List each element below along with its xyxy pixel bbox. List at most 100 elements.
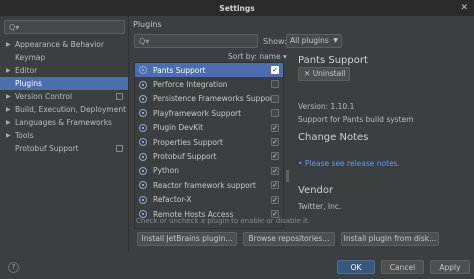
plugin-description: Support for Pants build system <box>298 115 414 124</box>
plugin-enabled-checkbox[interactable] <box>271 109 279 118</box>
settings-nav: ▶ Appearance & Behavior Keymap ▶ Editor … <box>0 38 128 155</box>
plugin-row[interactable]: Python ✓ <box>135 164 283 178</box>
plugin-enabled-checkbox[interactable] <box>271 80 279 89</box>
plugin-name: Perforce Integration <box>153 80 228 90</box>
show-filter-dropdown[interactable]: All plugins ▼ <box>286 34 342 48</box>
sidebar-item-languages[interactable]: ▶ Languages & Frameworks <box>0 116 128 129</box>
window-title: Settings <box>219 3 255 13</box>
sidebar-item-label: Languages & Frameworks <box>15 118 112 127</box>
chevron-right-icon[interactable]: ▶ <box>6 41 15 48</box>
sidebar-item-label: Version Control <box>15 92 73 101</box>
plugin-enabled-checkbox[interactable]: ✓ <box>271 181 279 190</box>
cancel-button[interactable]: Cancel <box>381 260 424 274</box>
uninstall-button[interactable]: ✕ Uninstall <box>298 67 350 81</box>
show-filter-label: Show: <box>263 37 287 46</box>
vendor-heading: Vendor <box>298 185 334 196</box>
plugin-list[interactable]: Pants Support ✓ Perforce Integration Persis… <box>134 62 284 229</box>
plugin-enabled-checkbox[interactable]: ✓ <box>271 137 279 146</box>
plugin-enabled-checkbox[interactable]: ✓ <box>271 66 279 74</box>
plugin-name: Python <box>153 166 179 176</box>
plugin-enabled-checkbox[interactable] <box>271 94 279 103</box>
help-icon[interactable]: ? <box>8 262 19 273</box>
plugin-name: Pants Support <box>153 65 206 75</box>
plugin-search-input[interactable]: Q▾ <box>134 34 258 48</box>
install-plugin-from-disk-button[interactable]: Install plugin from disk... <box>341 232 439 246</box>
plugin-name: Plugin DevKit <box>153 123 204 133</box>
uninstall-icon: ✕ <box>304 69 311 78</box>
plugin-name-heading: Pants Support <box>298 55 368 66</box>
plugin-name: Properties Support <box>153 137 223 147</box>
plugin-icon <box>139 195 147 204</box>
plugin-hint-text: Check or uncheck a plugin to enable or d… <box>136 217 310 225</box>
plugin-row[interactable]: Plugin DevKit ✓ <box>135 121 283 135</box>
plugin-enabled-checkbox[interactable]: ✓ <box>271 123 279 132</box>
plugin-row[interactable]: Properties Support ✓ <box>135 135 283 149</box>
sidebar-item-label: Plugins <box>15 79 42 88</box>
sidebar-item-plugins[interactable]: Plugins <box>0 77 128 90</box>
plugin-list-scrollbar[interactable] <box>286 170 289 182</box>
install-jetbrains-plugin-button[interactable]: Install JetBrains plugin... <box>137 232 237 246</box>
plugin-name: Playframework Support <box>153 108 242 118</box>
sidebar-item-label: Tools <box>15 131 34 140</box>
title-bar: Settings ✕ <box>0 0 474 16</box>
plugin-name: Refactor-X <box>153 195 192 205</box>
project-scope-icon <box>116 145 123 152</box>
chevron-down-icon: ▼ <box>333 37 338 44</box>
search-icon: Q▾ <box>139 36 150 46</box>
sidebar-item-protobuf[interactable]: Protobuf Support <box>0 142 128 155</box>
plugin-icon <box>139 152 147 161</box>
chevron-right-icon[interactable]: ▶ <box>6 67 15 74</box>
plugin-icon <box>139 94 147 103</box>
chevron-right-icon[interactable]: ▶ <box>6 132 15 139</box>
project-scope-icon <box>116 93 123 100</box>
apply-button[interactable]: Apply <box>430 260 470 274</box>
plugin-enabled-checkbox[interactable]: ✓ <box>271 152 279 161</box>
sidebar-item-tools[interactable]: ▶ Tools <box>0 129 128 142</box>
bullet-icon: • <box>298 159 305 168</box>
plugin-icon <box>139 123 147 132</box>
plugin-enabled-checkbox[interactable]: ✓ <box>271 195 279 204</box>
plugin-icon <box>139 181 147 190</box>
plugin-row[interactable]: Persistence Frameworks Support <box>135 92 283 106</box>
plugin-row[interactable]: Pants Support ✓ <box>135 63 283 78</box>
plugin-details: Pants Support ✕ Uninstall Version: 1.10.… <box>293 55 471 229</box>
sidebar-item-label: Keymap <box>15 53 46 62</box>
sidebar-item-editor[interactable]: ▶ Editor <box>0 64 128 77</box>
sidebar-item-label: Appearance & Behavior <box>15 40 104 49</box>
vendor-name: Twitter, Inc. <box>298 202 342 211</box>
plugin-icon <box>139 66 147 75</box>
sidebar-item-label: Build, Execution, Deployment <box>15 105 127 114</box>
settings-sidebar: Q▾ ▶ Appearance & Behavior Keymap ▶ Edit… <box>0 16 129 250</box>
page-title: Plugins <box>133 20 162 29</box>
search-icon: Q▾ <box>9 22 20 32</box>
ok-button[interactable]: OK <box>337 260 375 274</box>
plugin-row[interactable]: Reactor framework support ✓ <box>135 178 283 192</box>
plugin-enabled-checkbox[interactable]: ✓ <box>271 166 279 175</box>
plugins-panel: Plugins Q▾ Show: All plugins ▼ Sort by: … <box>130 16 474 279</box>
settings-search-input[interactable]: Q▾ <box>4 20 125 34</box>
sidebar-item-label: Protobuf Support <box>15 144 79 153</box>
plugin-row[interactable]: Refactor-X ✓ <box>135 193 283 207</box>
chevron-right-icon[interactable]: ▶ <box>6 93 15 100</box>
plugin-name: Persistence Frameworks Support <box>153 94 276 104</box>
plugin-name: Reactor framework support <box>153 180 256 190</box>
plugin-row[interactable]: Playframework Support <box>135 106 283 120</box>
release-notes-link[interactable]: • Please see release notes. <box>298 159 400 168</box>
sidebar-item-keymap[interactable]: Keymap <box>0 51 128 64</box>
sidebar-item-appearance[interactable]: ▶ Appearance & Behavior <box>0 38 128 51</box>
plugin-name: Protobuf Support <box>153 152 217 162</box>
plugin-row[interactable]: Perforce Integration <box>135 77 283 91</box>
sidebar-item-build[interactable]: ▶ Build, Execution, Deployment <box>0 103 128 116</box>
plugin-icon <box>139 80 147 89</box>
chevron-right-icon[interactable]: ▶ <box>6 119 15 126</box>
plugin-icon <box>139 109 147 118</box>
sidebar-item-label: Editor <box>15 66 38 75</box>
plugin-version: Version: 1.10.1 <box>298 102 355 111</box>
chevron-right-icon[interactable]: ▶ <box>6 106 15 113</box>
browse-repositories-button[interactable]: Browse repositories... <box>243 232 335 246</box>
plugin-row[interactable]: Protobuf Support ✓ <box>135 149 283 163</box>
sidebar-item-version-control[interactable]: ▶ Version Control <box>0 90 128 103</box>
change-notes-heading: Change Notes <box>298 132 369 143</box>
sort-by-dropdown[interactable]: Sort by: name ▾ <box>228 52 287 61</box>
close-icon[interactable]: ✕ <box>460 3 468 13</box>
